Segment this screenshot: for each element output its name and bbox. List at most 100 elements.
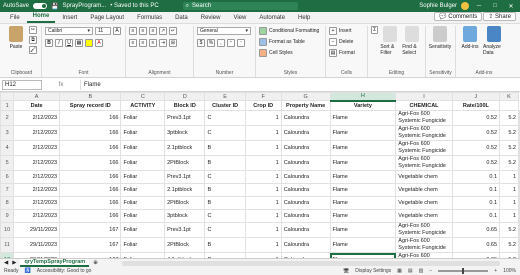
table-cell[interactable]: Flame — [329, 183, 397, 197]
font-size-select[interactable]: 11 — [95, 27, 111, 35]
comma-icon[interactable]: , — [217, 39, 225, 47]
table-cell[interactable]: B — [204, 196, 246, 210]
wrap-text-icon[interactable]: ↵ — [169, 27, 177, 35]
copy-icon[interactable]: ⧉ — [29, 36, 37, 44]
table-cell[interactable]: 5.2 — [499, 125, 519, 141]
table-cell[interactable]: 5.2 — [499, 155, 519, 171]
table-cell[interactable]: 166 — [59, 155, 122, 171]
filename[interactable]: SprayProgram... — [63, 3, 107, 9]
empty-cell[interactable] — [518, 125, 520, 141]
cut-icon[interactable]: ✂ — [29, 26, 37, 34]
table-cell[interactable]: Agri-Fos 600 Systemic Fungicide — [395, 140, 453, 156]
table-cell[interactable]: 2/12/2023 — [13, 140, 61, 156]
table-cell[interactable]: 166 — [59, 125, 122, 141]
tab-insert[interactable]: Insert — [56, 15, 83, 23]
empty-cell[interactable] — [518, 196, 520, 210]
empty-cell[interactable] — [518, 209, 520, 223]
format-button[interactable]: ▤ Format — [329, 48, 355, 58]
table-cell[interactable]: 2.1ptblock — [164, 140, 206, 156]
spreadsheet-grid[interactable]: A B C D E F G H I J K 1 Date Spray recor… — [0, 92, 520, 258]
tab-file[interactable]: File — [4, 15, 26, 23]
tab-data[interactable]: Data — [169, 15, 194, 23]
grow-font-icon[interactable]: A — [113, 27, 121, 35]
table-cell[interactable]: 1 — [244, 196, 282, 210]
table-cell[interactable]: B — [204, 155, 246, 171]
table-cell[interactable]: Foliar — [120, 209, 166, 223]
column-header[interactable]: K — [499, 92, 519, 101]
empty-cell[interactable] — [518, 222, 520, 238]
row-header[interactable]: 11 — [0, 237, 15, 253]
orientation-icon[interactable]: ↗ — [159, 27, 167, 35]
zoom-level[interactable]: 100% — [503, 268, 516, 274]
table-cell[interactable]: 2PtBlock — [164, 196, 206, 210]
table-cell[interactable]: 166 — [59, 170, 122, 184]
table-cell[interactable]: Caloundra — [280, 140, 331, 156]
comments-button[interactable]: 💬 Comments — [434, 12, 483, 21]
header-cell[interactable]: Rate/100L — [451, 100, 501, 111]
table-cell[interactable]: 3ptblock — [164, 209, 206, 223]
row-header[interactable]: 2 — [0, 110, 15, 126]
horizontal-scrollbar[interactable] — [121, 260, 500, 266]
empty-cell[interactable] — [518, 110, 520, 126]
table-cell[interactable]: 167 — [59, 237, 122, 253]
addins-button[interactable]: Add-ins — [459, 26, 481, 50]
table-cell[interactable]: Agri-Fos 600 Systemic Fungicide — [395, 125, 453, 141]
cell-styles-button[interactable]: Cell Styles — [259, 48, 293, 58]
table-cell[interactable]: Foliar — [120, 170, 166, 184]
zoom-slider[interactable] — [438, 268, 489, 274]
column-header[interactable]: A — [13, 92, 61, 101]
analyze-data-button[interactable]: Analyze Data — [483, 26, 505, 56]
next-sheet-icon[interactable]: ▶ — [12, 260, 16, 266]
align-middle-icon[interactable]: ≡ — [139, 27, 147, 35]
zoom-out-icon[interactable]: − — [429, 268, 432, 274]
table-cell[interactable]: 1 — [499, 196, 519, 210]
table-cell[interactable]: Flame — [329, 196, 397, 210]
table-cell[interactable]: 5.2 — [499, 222, 519, 238]
column-header[interactable]: B — [59, 92, 122, 101]
table-cell[interactable]: 1 — [244, 222, 282, 238]
table-cell[interactable]: 1 — [244, 209, 282, 223]
format-painter-icon[interactable]: 🖌 — [29, 46, 37, 54]
table-cell[interactable]: C — [204, 222, 246, 238]
table-cell[interactable]: 166 — [59, 209, 122, 223]
align-bottom-icon[interactable]: ≡ — [149, 27, 157, 35]
column-header[interactable]: G — [280, 92, 331, 101]
table-cell[interactable]: Agri-Fos 600 Systemic Fungicide — [395, 222, 453, 238]
row-header[interactable]: 8 — [0, 196, 15, 210]
table-cell[interactable]: Flame — [329, 170, 397, 184]
table-cell[interactable]: Flame — [329, 125, 397, 141]
font-color-icon[interactable]: A — [95, 39, 103, 47]
avatar[interactable] — [461, 2, 469, 10]
table-cell[interactable]: 1 — [244, 170, 282, 184]
table-cell[interactable]: 1 — [499, 209, 519, 223]
table-cell[interactable]: B — [204, 183, 246, 197]
table-cell[interactable]: Vegetable chem — [395, 196, 453, 210]
table-cell[interactable]: 166 — [59, 140, 122, 156]
table-cell[interactable]: 2.1ptblock — [164, 183, 206, 197]
row-header[interactable]: 9 — [0, 209, 15, 223]
table-cell[interactable]: 5.2 — [499, 110, 519, 126]
bold-icon[interactable]: B — [45, 39, 53, 47]
table-cell[interactable]: 2PtBlock — [164, 155, 206, 171]
table-cell[interactable]: C — [204, 170, 246, 184]
column-header[interactable]: E — [204, 92, 246, 101]
header-cell[interactable]: Property Name — [280, 100, 331, 111]
tab-formulas[interactable]: Formulas — [131, 15, 168, 23]
table-cell[interactable]: 0.52 — [451, 110, 501, 126]
tab-home[interactable]: Home — [26, 13, 56, 23]
table-cell[interactable]: 0.65 — [451, 237, 501, 253]
row-header[interactable]: 10 — [0, 222, 15, 238]
align-left-icon[interactable]: ≡ — [129, 39, 137, 47]
search-box[interactable]: ⌕ Search — [182, 2, 298, 10]
tab-view[interactable]: View — [227, 15, 252, 23]
saved-status[interactable]: • Saved to this PC — [110, 3, 158, 9]
header-cell[interactable]: Variety — [329, 100, 397, 111]
table-cell[interactable]: Caloundra — [280, 110, 331, 126]
tab-help[interactable]: Help — [292, 15, 316, 23]
normal-view-icon[interactable]: ▦ — [397, 268, 402, 274]
table-cell[interactable]: Flame — [329, 237, 397, 253]
table-cell[interactable]: 1 — [244, 125, 282, 141]
tab-page-layout[interactable]: Page Layout — [84, 15, 130, 23]
table-cell[interactable]: 2/12/2023 — [13, 170, 61, 184]
column-header-selected[interactable]: H — [329, 92, 397, 102]
